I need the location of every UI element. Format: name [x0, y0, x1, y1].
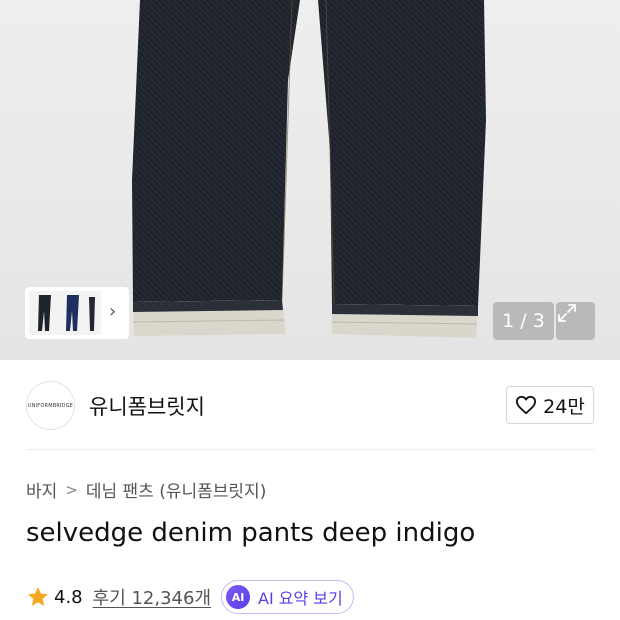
- like-count: 24만: [543, 395, 585, 418]
- brand-logo-text: UNIFORMBRIDGE: [27, 402, 74, 409]
- brand-name[interactable]: 유니폼브릿지: [89, 391, 205, 421]
- product-image-gallery[interactable]: › 1 / 3: [0, 0, 620, 360]
- review-count-link[interactable]: 후기 12,346개: [93, 584, 211, 610]
- star-icon: [28, 587, 48, 606]
- breadcrumb-item-subcategory[interactable]: 데님 팬츠 (유니폼브릿지): [86, 477, 266, 502]
- expand-icon: [558, 304, 576, 322]
- thumbnail-strip[interactable]: ›: [25, 287, 129, 339]
- brand-logo[interactable]: UNIFORMBRIDGE: [26, 381, 75, 430]
- ai-summary-button[interactable]: AI AI 요약 보기: [221, 580, 354, 614]
- thumbnail-image[interactable]: [29, 291, 101, 335]
- rating-row: 4.8 후기 12,346개 AI AI 요약 보기: [26, 580, 354, 614]
- breadcrumb-item-category[interactable]: 바지: [26, 477, 57, 502]
- expand-button[interactable]: [556, 302, 595, 340]
- chevron-right-icon[interactable]: ›: [109, 301, 116, 322]
- rating-score: 4.8: [54, 586, 83, 608]
- breadcrumb: 바지 > 데님 팬츠 (유니폼브릿지): [26, 477, 266, 503]
- like-button[interactable]: 24만: [506, 386, 594, 424]
- heart-icon: [516, 395, 537, 415]
- brand-row: UNIFORMBRIDGE 유니폼브릿지 24만: [0, 360, 620, 450]
- ai-badge-icon: AI: [226, 585, 251, 609]
- image-counter: 1 / 3: [493, 302, 554, 340]
- breadcrumb-separator: >: [65, 480, 78, 499]
- product-title: selvedge denim pants deep indigo: [26, 518, 476, 548]
- divider: [26, 449, 594, 450]
- ai-summary-label: AI 요약 보기: [258, 589, 343, 608]
